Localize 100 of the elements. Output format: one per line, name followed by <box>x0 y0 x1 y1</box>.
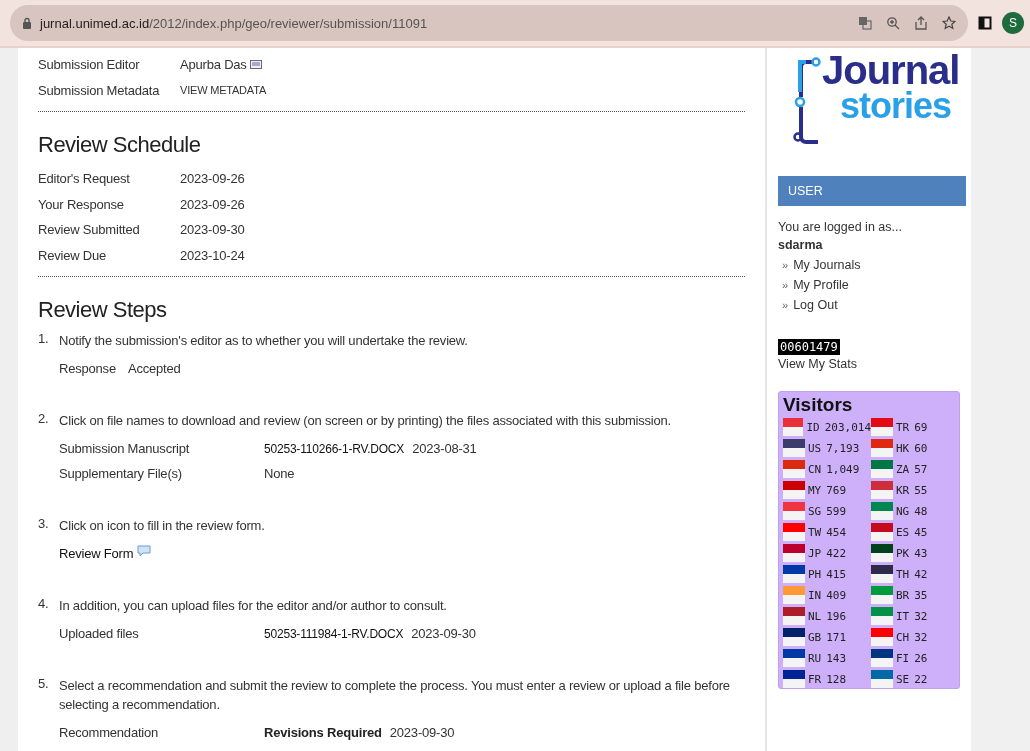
step-number: 2. <box>38 411 50 428</box>
country-code: ID <box>806 420 820 434</box>
country-code: RU <box>808 651 822 665</box>
lock-icon <box>22 17 32 29</box>
field-label: Your Response <box>38 196 125 212</box>
country-code: CN <box>808 462 822 476</box>
field-label: Response <box>59 361 116 376</box>
field-label: Submission Editor <box>38 57 141 73</box>
country-code: NG <box>896 504 910 518</box>
login-status: You are logged in as... <box>778 220 903 234</box>
country-code: FI <box>896 651 910 665</box>
step-number: 3. <box>38 516 50 533</box>
sidebar-icon[interactable] <box>978 16 992 30</box>
section-heading: Review Schedule <box>38 132 202 158</box>
visit-count: 55 <box>914 483 928 497</box>
visit-count: 32 <box>914 630 928 644</box>
step-number: 4. <box>38 596 50 613</box>
field-label: Supplementary File(s) <box>59 466 183 481</box>
step-instruction: Click on file names to download and review (on screen or by printing) the files associated with this submission. <box>59 412 673 430</box>
metadata-link[interactable]: VIEW METADATA <box>180 84 266 97</box>
country-code: PH <box>808 567 822 581</box>
file-date: 2023-08-31 <box>412 441 477 456</box>
address-bar[interactable]: jurnal.unimed.ac.id/2012/index.php/geo/reviewer/submission/11091 <box>10 5 968 41</box>
step-instruction: In addition, you can upload files for the editor and/or author to consult. <box>59 597 448 615</box>
date-value: 2023-10-24 <box>180 247 245 263</box>
visit-count: 26 <box>914 651 928 665</box>
visit-count: 45 <box>914 525 928 539</box>
country-code: US <box>808 441 822 455</box>
field-label: Recommendation <box>59 725 160 740</box>
field-label: Review Due <box>38 247 108 263</box>
visit-count: 1,049 <box>826 462 860 476</box>
country-code: HK <box>896 441 910 455</box>
bullet-icon: » <box>782 295 789 315</box>
user-link[interactable]: Log Out <box>793 295 838 315</box>
country-code: SE <box>896 672 910 686</box>
editor-name: Apurba Das <box>180 57 247 73</box>
widget-title: Visitors <box>783 394 854 416</box>
step-number: 1. <box>38 331 50 348</box>
visit-count: 32 <box>914 609 928 623</box>
section-heading: Review Steps <box>38 297 168 323</box>
field-value: None <box>264 466 295 481</box>
visit-count: 128 <box>826 672 847 686</box>
recommendation-value: Revisions Required <box>264 725 382 740</box>
envelope-icon[interactable] <box>249 60 262 70</box>
user-block-header: USER <box>778 176 966 206</box>
share-icon[interactable] <box>914 16 928 30</box>
file-link[interactable]: 50253-111984-1-RV.DOCX <box>264 626 404 641</box>
visit-count: 769 <box>826 483 847 497</box>
field-label: Submission Manuscript <box>59 441 191 456</box>
visit-count: 203,014 <box>824 420 871 434</box>
field-label: Uploaded files <box>59 626 140 641</box>
visit-count: 60 <box>914 441 928 455</box>
country-code: ZA <box>896 462 910 476</box>
country-code: TH <box>896 567 910 581</box>
url-text: jurnal.unimed.ac.id/2012/index.php/geo/reviewer/submission/11091 <box>40 15 429 31</box>
country-code: PK <box>896 546 910 560</box>
country-code: KR <box>896 483 910 497</box>
country-code: TW <box>808 525 822 539</box>
date-value: 2023-09-26 <box>180 196 245 212</box>
stats-link[interactable]: View My Stats <box>778 357 966 371</box>
star-icon[interactable] <box>942 16 956 30</box>
username: sdarma <box>778 238 824 252</box>
file-link[interactable]: 50253-110266-1-RV.DOCX <box>264 441 405 456</box>
journal-logo[interactable]: Journal stories <box>778 50 966 170</box>
date-value: 2023-09-30 <box>180 222 245 238</box>
translate-icon[interactable] <box>858 16 872 30</box>
bullet-icon: » <box>782 275 789 295</box>
date-value: 2023-09-26 <box>180 171 245 187</box>
field-value: Accepted <box>127 361 181 376</box>
country-code: ES <box>896 525 910 539</box>
field-label: Review Submitted <box>38 222 141 238</box>
visit-count: 57 <box>914 462 928 476</box>
visit-count: 48 <box>914 504 928 518</box>
country-code: IT <box>896 609 910 623</box>
visit-count: 143 <box>826 651 847 665</box>
user-link[interactable]: My Journals <box>793 255 861 275</box>
country-code: NL <box>808 609 822 623</box>
user-link[interactable]: My Profile <box>793 275 849 295</box>
step-number: 5. <box>38 676 50 693</box>
country-code: SG <box>808 504 822 518</box>
visit-count: 22 <box>914 672 928 686</box>
review-form-link[interactable]: Review Form <box>59 546 134 561</box>
zoom-icon[interactable] <box>886 16 900 30</box>
country-code: GB <box>808 630 822 644</box>
step-instruction: Notify the submission's editor as to whether you will undertake the review. <box>59 332 469 350</box>
bullet-icon: » <box>782 255 789 275</box>
country-code: BR <box>896 588 910 602</box>
visit-count: 409 <box>826 588 847 602</box>
visit-count: 415 <box>826 567 847 581</box>
profile-avatar[interactable]: S <box>1002 12 1024 34</box>
visit-count: 7,193 <box>826 441 860 455</box>
visit-count: 43 <box>914 546 928 560</box>
country-code: FR <box>808 672 822 686</box>
recommendation-date: 2023-09-30 <box>389 725 455 740</box>
visit-count: 42 <box>914 567 928 581</box>
visit-count: 35 <box>914 588 928 602</box>
visit-count: 171 <box>826 630 847 644</box>
visit-count: 69 <box>914 420 928 434</box>
visit-count: 454 <box>826 525 847 539</box>
field-label: Submission Metadata <box>38 82 161 98</box>
